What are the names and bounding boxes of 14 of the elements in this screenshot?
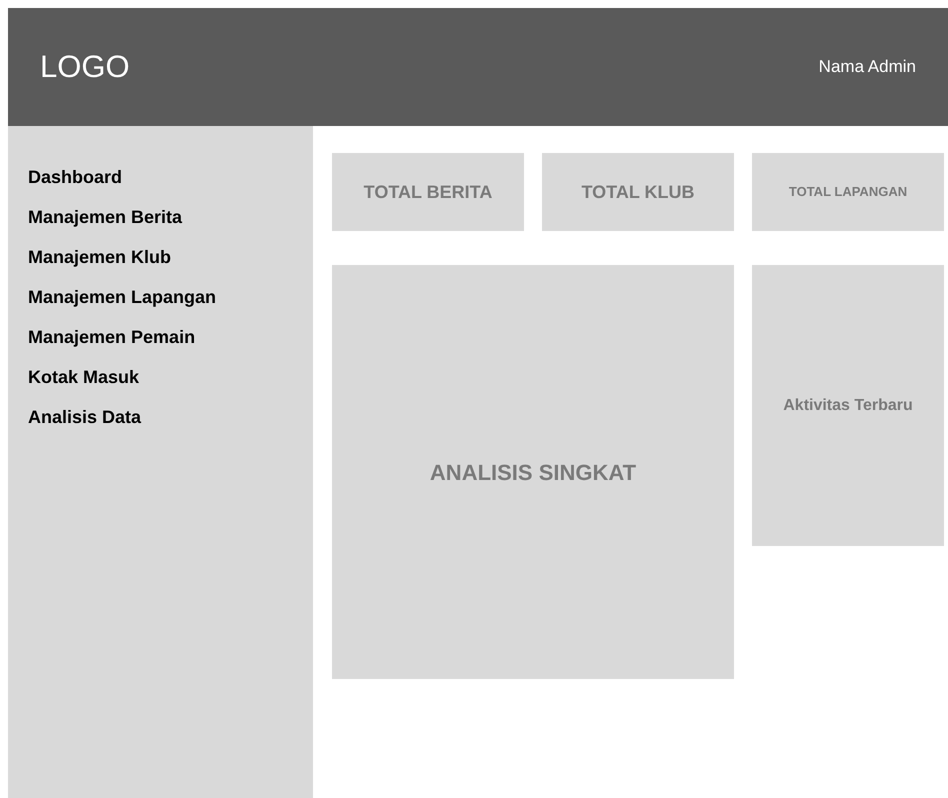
sidebar-item[interactable]: Manajemen Berita bbox=[28, 203, 182, 231]
stat-label: TOTAL KLUB bbox=[582, 180, 694, 204]
logo: LOGO bbox=[40, 48, 130, 86]
sidebar-item[interactable]: Kotak Masuk bbox=[28, 363, 140, 391]
stat-label: TOTAL BERITA bbox=[364, 180, 492, 204]
sidebar-item[interactable]: Manajemen Klub bbox=[28, 243, 172, 271]
sidebar-item[interactable]: Manajemen Pemain bbox=[28, 323, 196, 351]
sidebar-item[interactable]: Analisis Data bbox=[28, 403, 142, 431]
panel-title: Aktivitas Terbaru bbox=[783, 396, 913, 416]
admin-name[interactable]: Nama Admin bbox=[818, 54, 916, 80]
sidebar-item[interactable]: Manajemen Lapangan bbox=[28, 283, 216, 311]
panel-title: ANALISIS SINGKAT bbox=[430, 458, 636, 486]
stat-label: TOTAL LAPANGAN bbox=[788, 183, 908, 202]
sidebar-item[interactable]: Dashboard bbox=[28, 163, 122, 191]
